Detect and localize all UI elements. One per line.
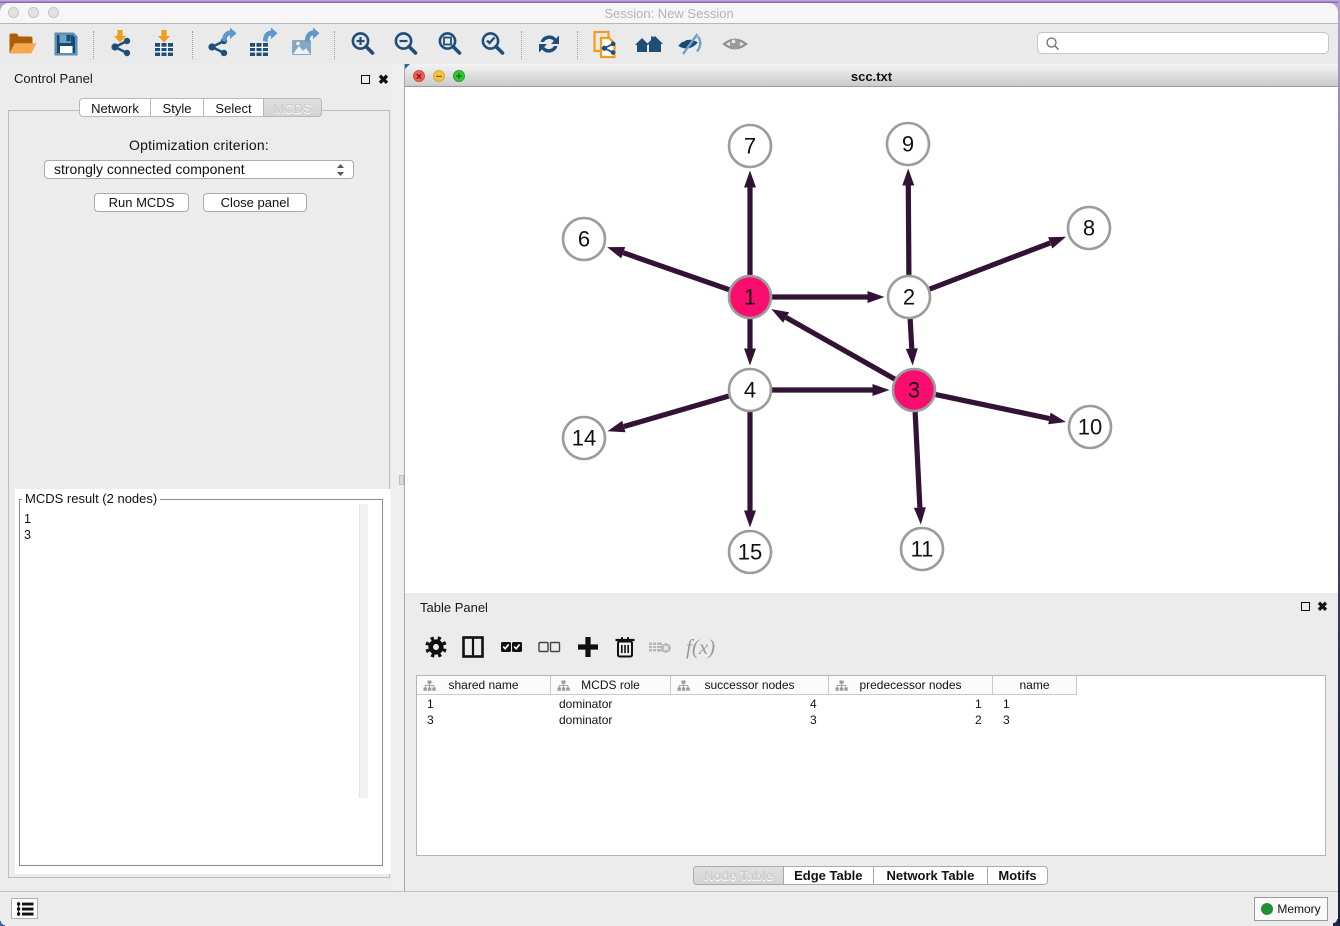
svg-text:4: 4 <box>744 378 756 403</box>
svg-text:6: 6 <box>578 227 590 252</box>
svg-text:10: 10 <box>1078 415 1102 440</box>
svg-text:7: 7 <box>744 134 756 159</box>
svg-text:f(x): f(x) <box>686 635 715 659</box>
svg-text:14: 14 <box>572 426 596 451</box>
svg-text:8: 8 <box>1083 216 1095 241</box>
svg-text:15: 15 <box>738 540 762 565</box>
svg-text:11: 11 <box>911 537 934 562</box>
svg-text:9: 9 <box>902 132 914 157</box>
svg-text:3: 3 <box>908 378 920 403</box>
svg-text:2: 2 <box>903 285 915 310</box>
svg-text:1: 1 <box>744 285 756 310</box>
